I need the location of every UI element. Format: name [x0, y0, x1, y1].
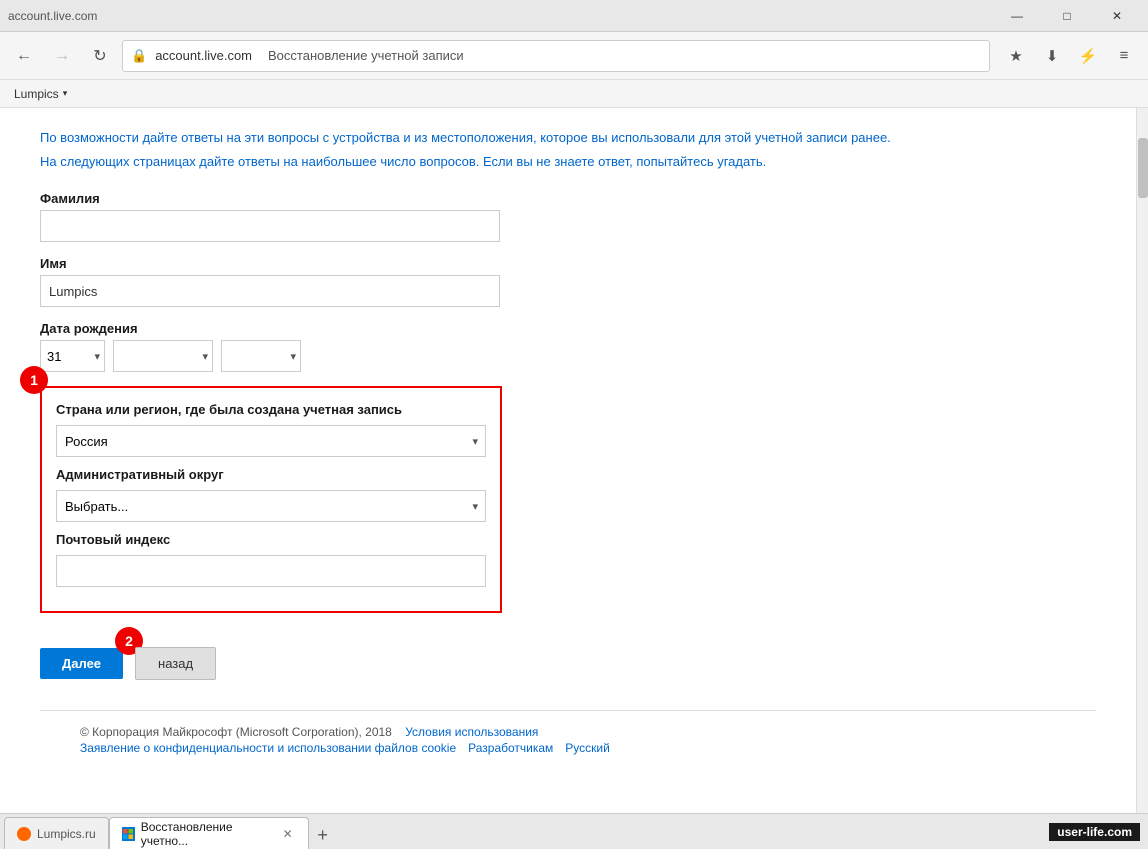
day-select[interactable]: 31 — [40, 340, 105, 372]
tab-favicon-lumpics — [17, 827, 31, 841]
lightning-icon-button[interactable]: ⚡ — [1072, 40, 1104, 72]
close-button[interactable]: ✕ — [1094, 0, 1140, 32]
main-area: По возможности дайте ответы на эти вопро… — [0, 108, 1148, 813]
star-icon-button[interactable]: ★ — [1000, 40, 1032, 72]
postal-label: Почтовый индекс — [56, 532, 486, 547]
district-group: Административный округ Выбрать... — [56, 467, 486, 522]
language-link[interactable]: Русский — [565, 741, 610, 755]
footer-line2: Заявление о конфиденциальности и использ… — [80, 741, 1056, 755]
menu-icon-button[interactable]: ≡ — [1108, 40, 1140, 72]
terms-link[interactable]: Условия использования — [405, 725, 538, 739]
first-name-group: Имя — [40, 256, 1096, 307]
bookmark-label: Lumpics — [14, 87, 59, 101]
country-label: Страна или регион, где была создана учет… — [56, 402, 486, 417]
navigation-bar: ← → ↻ 🔒 account.live.com Восстановление … — [0, 32, 1148, 80]
tab-favicon-ms — [122, 827, 135, 841]
first-name-input[interactable] — [40, 275, 500, 307]
chevron-down-icon: ▾ — [63, 88, 68, 99]
minimize-button[interactable]: — — [994, 0, 1040, 32]
buttons-row: Далее 2 назад — [40, 647, 1096, 680]
tab-lumpics[interactable]: Lumpics.ru — [4, 817, 109, 849]
district-select-wrapper: Выбрать... — [56, 490, 486, 522]
download-icon-button[interactable]: ⬇ — [1036, 40, 1068, 72]
country-group: Страна или регион, где была создана учет… — [56, 402, 486, 457]
page-content: По возможности дайте ответы на эти вопро… — [0, 108, 1136, 813]
month-select[interactable] — [113, 340, 213, 372]
bookmark-lumpics[interactable]: Lumpics ▾ — [8, 85, 73, 103]
birthdate-label: Дата рождения — [40, 321, 1096, 336]
tab-account-recovery[interactable]: Восстановление учетно... ✕ — [109, 817, 309, 849]
district-label: Административный округ — [56, 467, 486, 482]
title-bar: account.live.com — □ ✕ — [0, 0, 1148, 32]
first-name-label: Имя — [40, 256, 1096, 271]
last-name-input[interactable] — [40, 210, 500, 242]
refresh-button[interactable]: ↻ — [84, 40, 116, 72]
scrollbar[interactable] — [1136, 108, 1148, 813]
country-select-wrapper: Россия — [56, 425, 486, 457]
postal-group: Почтовый индекс — [56, 532, 486, 587]
new-tab-button[interactable]: + — [309, 821, 337, 849]
birthdate-group: Дата рождения 31 — [40, 321, 1096, 372]
tab-close-button[interactable]: ✕ — [280, 826, 296, 842]
day-select-wrapper: 31 — [40, 340, 105, 372]
bookmarks-bar: Lumpics ▾ — [0, 80, 1148, 108]
address-bar[interactable]: 🔒 account.live.com Восстановление учетно… — [122, 40, 990, 72]
tab-lumpics-label: Lumpics.ru — [37, 827, 96, 841]
page-footer: © Корпорация Майкрософт (Microsoft Corpo… — [40, 710, 1096, 765]
watermark: user-life.com — [1049, 823, 1140, 841]
intro-line2: На следующих страницах дайте ответы на н… — [40, 152, 1096, 172]
month-select-wrapper — [113, 340, 213, 372]
last-name-label: Фамилия — [40, 191, 1096, 206]
page-title-bar: account.live.com — [8, 9, 97, 23]
lock-icon: 🔒 — [131, 48, 147, 64]
country-select[interactable]: Россия — [56, 425, 486, 457]
last-name-group: Фамилия — [40, 191, 1096, 242]
year-select[interactable] — [221, 340, 301, 372]
copyright-text: © Корпорация Майкрософт (Microsoft Corpo… — [80, 725, 392, 739]
forward-button: → — [46, 40, 78, 72]
back-button[interactable]: ← — [8, 40, 40, 72]
url-text: account.live.com — [155, 48, 252, 63]
country-region-section: Страна или регион, где была создана учет… — [40, 386, 502, 613]
restore-button[interactable]: □ — [1044, 0, 1090, 32]
postal-input[interactable] — [56, 555, 486, 587]
tab-bar: Lumpics.ru Восстановление учетно... ✕ + — [0, 813, 1148, 849]
page-title-address: Восстановление учетной записи — [268, 48, 464, 63]
developer-link[interactable]: Разработчикам — [468, 741, 553, 755]
year-select-wrapper — [221, 340, 301, 372]
district-select[interactable]: Выбрать... — [56, 490, 486, 522]
privacy-link[interactable]: Заявление о конфиденциальности и использ… — [80, 741, 456, 755]
back-page-button[interactable]: назад — [135, 647, 216, 680]
next-button[interactable]: Далее — [40, 648, 123, 679]
tab-recovery-label: Восстановление учетно... — [141, 820, 274, 848]
intro-line1: По возможности дайте ответы на эти вопро… — [40, 128, 1096, 148]
scrollbar-thumb[interactable] — [1138, 138, 1148, 198]
